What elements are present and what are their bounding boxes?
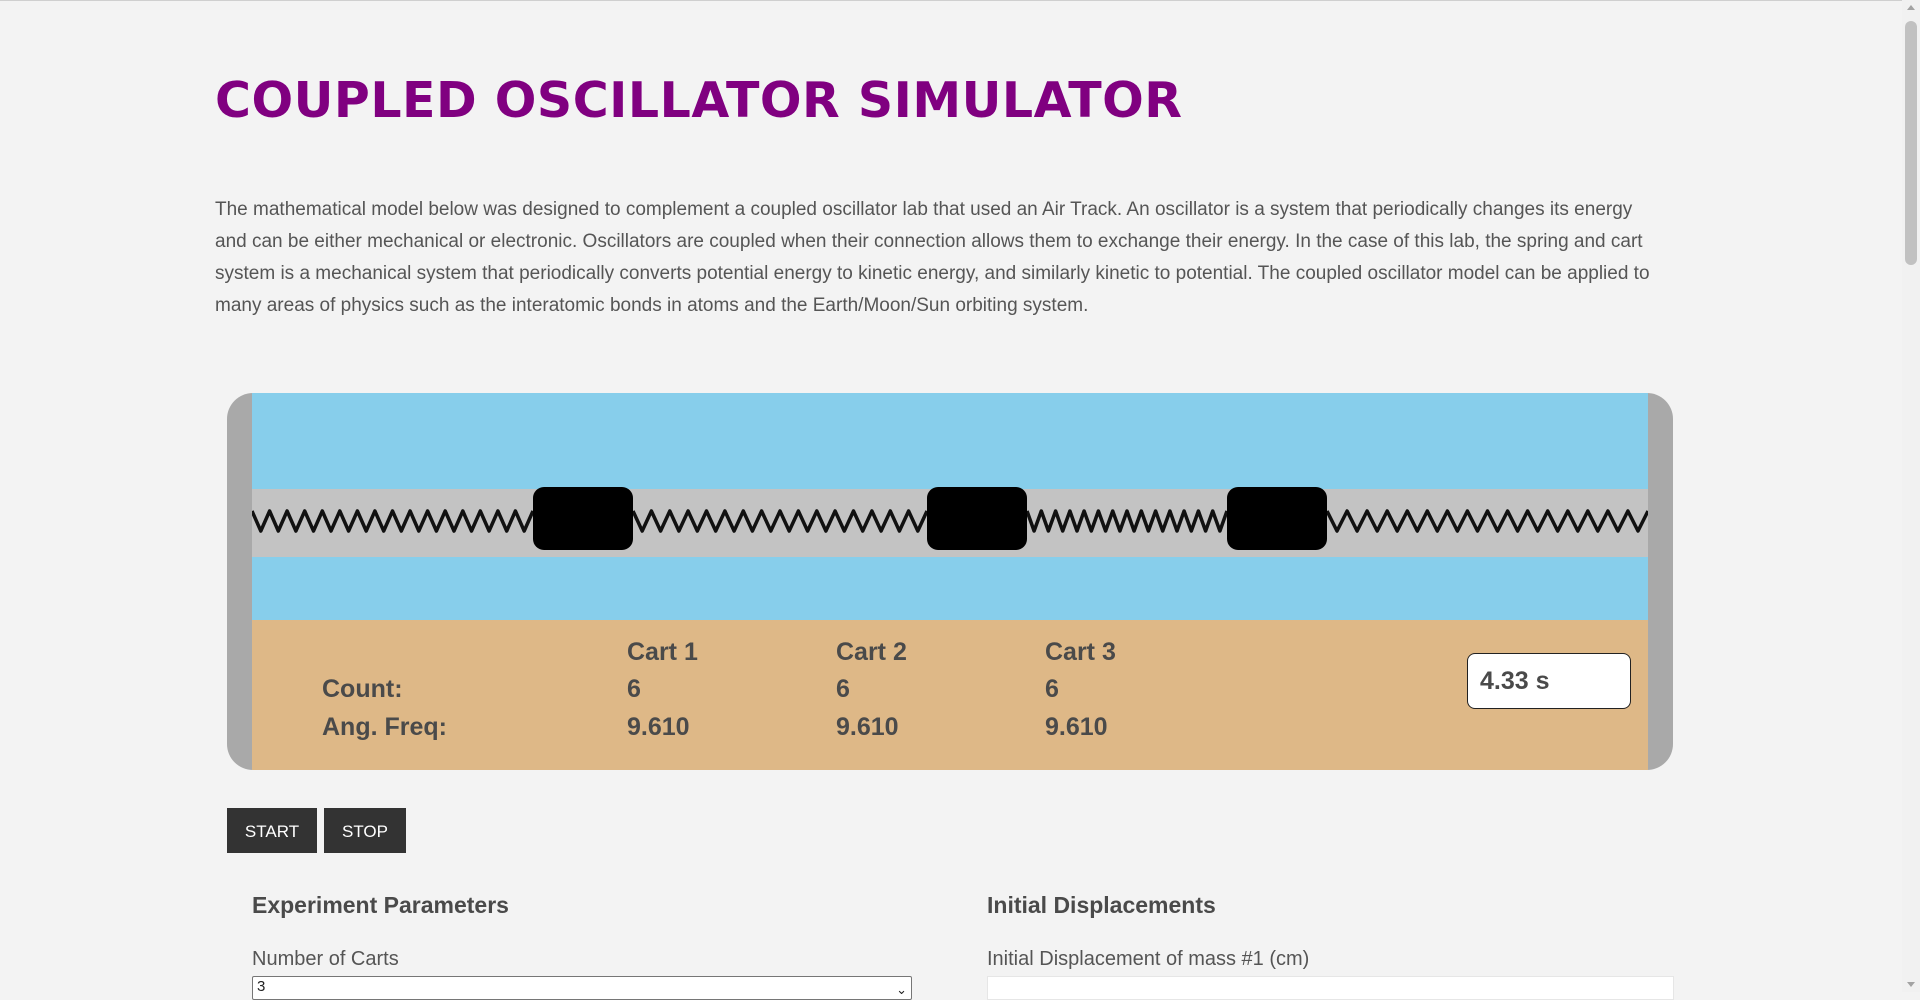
cart-3-header: Cart 3 [1045, 638, 1116, 666]
ang-freq-label: Ang. Freq: [322, 713, 447, 741]
cart-2 [927, 487, 1027, 550]
spring-1 [252, 509, 535, 533]
cart-3-count: 6 [1045, 675, 1059, 703]
spring-3 [1025, 509, 1229, 533]
simulation-panel: Cart 1 Cart 2 Cart 3 Count: 6 6 6 Ang. F… [227, 393, 1673, 770]
vertical-scrollbar[interactable] [1902, 0, 1920, 992]
scroll-down-arrow-icon[interactable] [1907, 982, 1915, 987]
number-of-carts-select[interactable]: 3 ⌄ [252, 976, 912, 1000]
number-of-carts-label: Number of Carts [252, 948, 399, 970]
readout-panel: Cart 1 Cart 2 Cart 3 Count: 6 6 6 Ang. F… [252, 620, 1648, 770]
cart-2-freq: 9.610 [836, 713, 899, 741]
displacement-mass-1-input[interactable] [987, 976, 1674, 1000]
scrollbar-thumb[interactable] [1905, 21, 1917, 265]
intro-paragraph: The mathematical model below was designe… [215, 199, 1650, 316]
cart-1-freq: 9.610 [627, 713, 690, 741]
cart-1-count: 6 [627, 675, 641, 703]
displacement-mass-1-label: Initial Displacement of mass #1 (cm) [987, 948, 1310, 970]
cart-3 [1227, 487, 1327, 550]
number-of-carts-value: 3 [257, 978, 266, 995]
page-title: COUPLED OSCILLATOR SIMULATOR [215, 72, 1183, 129]
experiment-parameters-heading: Experiment Parameters [252, 892, 509, 918]
scroll-up-arrow-icon[interactable] [1907, 5, 1915, 10]
count-label: Count: [322, 675, 403, 703]
stop-button[interactable]: STOP [324, 808, 406, 853]
spring-2 [631, 509, 929, 533]
initial-displacements-heading: Initial Displacements [987, 892, 1216, 918]
cart-1-header: Cart 1 [627, 638, 698, 666]
timer-display: 4.33 s [1467, 653, 1631, 709]
page-content: COUPLED OSCILLATOR SIMULATOR The mathema… [0, 0, 1902, 1000]
cart-1 [533, 487, 633, 550]
start-button[interactable]: START [227, 808, 317, 853]
cart-2-count: 6 [836, 675, 850, 703]
cart-2-header: Cart 2 [836, 638, 907, 666]
cart-3-freq: 9.610 [1045, 713, 1108, 741]
chevron-down-icon: ⌄ [896, 982, 907, 997]
spring-4 [1325, 509, 1648, 533]
